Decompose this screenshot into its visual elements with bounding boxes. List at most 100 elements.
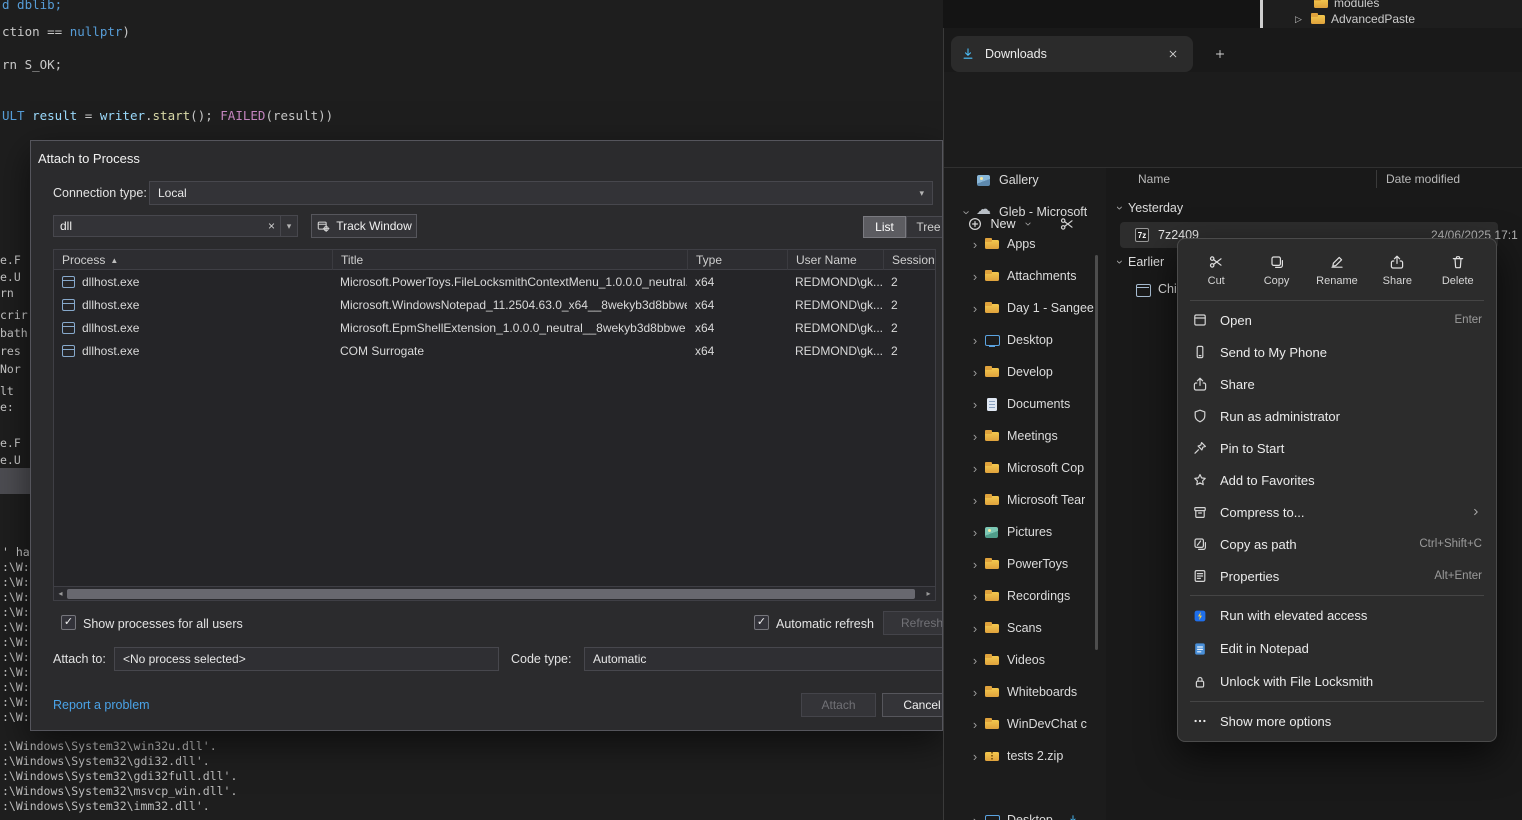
sidebar-item[interactable]: › Gallery [944, 164, 1102, 196]
track-window-button[interactable]: Track Window [311, 214, 417, 238]
chevron-right-icon[interactable]: › [966, 429, 984, 444]
menu-item-send-to-phone[interactable]: Send to My Phone [1182, 336, 1492, 368]
connection-type-select[interactable]: Local ▾ [149, 181, 933, 205]
chevron-right-icon[interactable]: › [960, 203, 975, 221]
quick-copy-button[interactable]: Copy [1248, 254, 1306, 287]
group-header-yesterday[interactable]: › Yesterday [1112, 196, 1183, 220]
refresh-button[interactable]: Refresh [883, 611, 943, 635]
close-tab-icon[interactable] [1163, 44, 1183, 64]
tab-downloads[interactable]: Downloads [951, 36, 1193, 72]
column-date-modified[interactable]: Date modified [1386, 172, 1460, 186]
process-filter-input[interactable]: × ▾ [53, 215, 298, 237]
chevron-right-icon[interactable]: › [966, 333, 984, 348]
show-all-users-checkbox[interactable]: ✓ [61, 615, 76, 630]
sidebar-item[interactable]: › Microsoft Tear [944, 484, 1102, 516]
chevron-right-icon[interactable]: › [966, 269, 984, 284]
sidebar-item[interactable]: › Desktop [944, 324, 1102, 356]
menu-item-pin-to-start[interactable]: Pin to Start [1182, 432, 1492, 464]
column-divider[interactable] [1376, 170, 1377, 188]
chevron-right-icon[interactable]: › [966, 653, 984, 668]
sidebar-item[interactable]: › Develop [944, 356, 1102, 388]
chevron-right-icon[interactable]: › [966, 493, 984, 508]
chevron-right-icon[interactable]: › [966, 365, 984, 380]
scroll-right-icon[interactable]: ▸ [922, 589, 935, 598]
chevron-right-icon[interactable]: › [966, 589, 984, 604]
cancel-button[interactable]: Cancel [882, 693, 943, 717]
clear-filter-icon[interactable]: × [263, 219, 280, 233]
chevron-right-icon[interactable]: › [966, 557, 984, 572]
process-row[interactable]: dllhost.exe Microsoft.PowerToys.FileLock… [54, 270, 935, 293]
tree-item-advancedpaste[interactable]: ▷ AdvancedPaste [1295, 10, 1415, 28]
sidebar-item[interactable]: › Meetings [944, 420, 1102, 452]
table-header[interactable]: Process▲ Title Type User Name Session [54, 250, 935, 270]
menu-item-open[interactable]: Open Enter [1182, 304, 1492, 336]
process-row[interactable]: dllhost.exe Microsoft.EpmShellExtension_… [54, 316, 935, 339]
sidebar-item[interactable]: › Pictures [944, 516, 1102, 548]
chevron-right-icon[interactable]: › [966, 717, 984, 732]
chevron-right-icon[interactable]: › [966, 813, 984, 820]
chevron-right-icon[interactable]: › [966, 237, 984, 252]
chevron-right-icon[interactable]: › [966, 397, 984, 412]
sidebar-item[interactable]: › Recordings [944, 580, 1102, 612]
menu-item-unlock-file-locksmith[interactable]: Unlock with File Locksmith [1182, 665, 1492, 698]
process-row[interactable]: dllhost.exe Microsoft.WindowsNotepad_11.… [54, 293, 935, 316]
chevron-right-icon[interactable]: › [966, 621, 984, 636]
menu-item-properties[interactable]: Properties Alt+Enter [1182, 560, 1492, 592]
list-view-button[interactable]: List [863, 216, 906, 238]
group-header-earlier[interactable]: › Earlier [1112, 250, 1164, 274]
sidebar-item[interactable]: › Day 1 - Sangee [944, 292, 1102, 324]
menu-item-compress-to[interactable]: Compress to... [1182, 496, 1492, 528]
report-problem-link[interactable]: Report a problem [53, 698, 150, 712]
automatic-refresh-checkbox[interactable]: ✓ [754, 615, 769, 630]
sidebar-item[interactable]: › tests 2.zip [944, 740, 1102, 772]
code-type-field[interactable]: Automatic [584, 647, 943, 671]
sidebar-item[interactable]: › Gleb - Microsoft [944, 196, 1102, 228]
chevron-right-icon[interactable]: ▷ [1295, 14, 1305, 25]
menu-item-show-more-options[interactable]: Show more options [1182, 705, 1492, 737]
menu-item-run-elevated[interactable]: Run with elevated access [1182, 599, 1492, 632]
column-session[interactable]: Session [883, 250, 935, 270]
scrollbar-thumb[interactable] [67, 589, 915, 599]
horizontal-scrollbar[interactable]: ◂ ▸ [54, 586, 935, 600]
scroll-left-icon[interactable]: ◂ [54, 589, 67, 598]
attach-to-field[interactable]: <No process selected> [114, 647, 499, 671]
chevron-down-icon[interactable]: ▾ [280, 216, 297, 236]
column-title[interactable]: Title [332, 250, 687, 270]
column-type[interactable]: Type [687, 250, 787, 270]
menu-item-run-as-administrator[interactable]: Run as administrator [1182, 400, 1492, 432]
chevron-right-icon[interactable]: › [966, 461, 984, 476]
sidebar-item-desktop-pinned[interactable]: › Desktop [944, 804, 1102, 820]
quick-cut-button[interactable]: Cut [1187, 254, 1245, 287]
desktop: d dblib; ction == nullptr) rn S_OK; ULT … [0, 0, 1522, 820]
menu-item-edit-in-notepad[interactable]: Edit in Notepad [1182, 632, 1492, 665]
chevron-down-icon[interactable]: › [1113, 200, 1127, 216]
sidebar-item[interactable]: › Documents [944, 388, 1102, 420]
chevron-down-icon[interactable]: › [1113, 254, 1127, 270]
chevron-right-icon[interactable]: › [966, 301, 984, 316]
chevron-right-icon[interactable]: › [966, 749, 984, 764]
chevron-right-icon[interactable]: › [966, 685, 984, 700]
sidebar-item[interactable]: › Attachments [944, 260, 1102, 292]
menu-item-add-to-favorites[interactable]: Add to Favorites [1182, 464, 1492, 496]
menu-item-share[interactable]: Share [1182, 368, 1492, 400]
process-row[interactable]: dllhost.exe COM Surrogate x64 REDMOND\gk… [54, 339, 935, 362]
sidebar-item[interactable]: › Apps [944, 228, 1102, 260]
menu-item-copy-as-path[interactable]: Copy as path Ctrl+Shift+C [1182, 528, 1492, 560]
sidebar-item[interactable]: › Whiteboards [944, 676, 1102, 708]
vertical-scrollbar[interactable] [1095, 255, 1098, 650]
column-name[interactable]: Name [1138, 172, 1170, 186]
sidebar-item[interactable]: › Videos [944, 644, 1102, 676]
chevron-right-icon[interactable]: › [966, 525, 984, 540]
sidebar-item[interactable]: › WinDevChat c [944, 708, 1102, 740]
new-tab-button[interactable] [1206, 41, 1234, 67]
quick-share-button[interactable]: Share [1368, 254, 1426, 287]
column-user[interactable]: User Name [787, 250, 883, 270]
attach-button[interactable]: Attach [801, 693, 876, 717]
sidebar-item[interactable]: › Scans [944, 612, 1102, 644]
tree-view-button[interactable]: Tree [906, 216, 943, 238]
sidebar-item[interactable]: › PowerToys [944, 548, 1102, 580]
sidebar-item[interactable]: › Microsoft Cop [944, 452, 1102, 484]
quick-delete-button[interactable]: Delete [1429, 254, 1487, 287]
quick-rename-button[interactable]: Rename [1308, 254, 1366, 287]
filter-text-input[interactable] [54, 219, 263, 233]
